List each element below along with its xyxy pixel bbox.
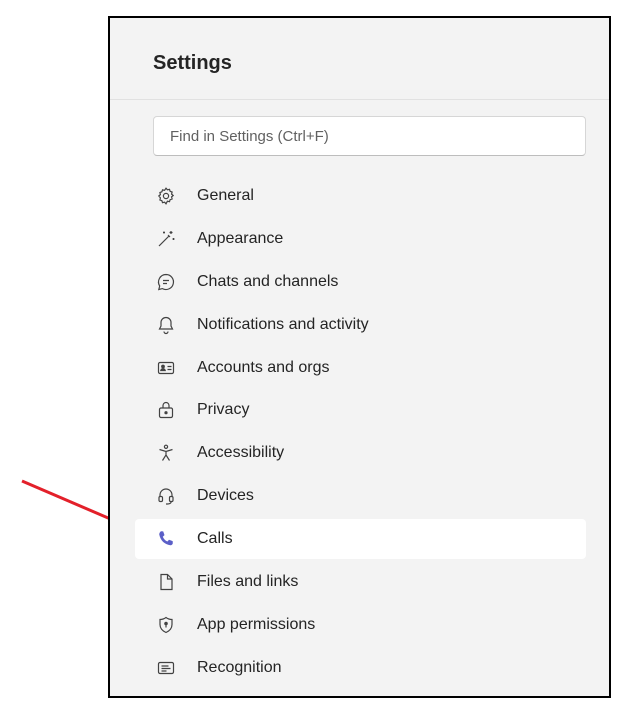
page-title: Settings [153,52,232,74]
gear-icon [155,185,177,207]
menu-item-general[interactable]: General [135,176,586,216]
search-input[interactable] [170,117,569,155]
menu-item-app-permissions[interactable]: App permissions [135,605,586,645]
contact-card-icon [155,357,177,379]
menu-item-label: Chats and channels [197,272,339,290]
menu-item-label: Files and links [197,573,299,591]
menu-item-chats[interactable]: Chats and channels [135,262,586,302]
shield-icon [155,614,177,636]
chat-icon [155,271,177,293]
menu-item-label: Calls [197,530,233,548]
menu-item-appearance[interactable]: Appearance [135,219,586,259]
menu-item-recognition[interactable]: Recognition [135,648,586,688]
menu-item-files[interactable]: Files and links [135,562,586,602]
menu-item-devices[interactable]: Devices [135,476,586,516]
lock-icon [155,399,177,421]
menu-item-label: Appearance [197,229,284,247]
menu-item-accounts[interactable]: Accounts and orgs [135,348,586,388]
menu-item-label: App permissions [197,615,316,633]
menu-item-label: Privacy [197,401,250,419]
magic-wand-icon [155,228,177,250]
menu-item-privacy[interactable]: Privacy [135,390,586,430]
menu-item-label: Accounts and orgs [197,358,330,376]
recognition-icon [155,657,177,679]
menu-item-label: Recognition [197,658,282,676]
bell-icon [155,314,177,336]
settings-panel: Settings General Appearance [108,16,611,698]
document-icon [155,571,177,593]
menu-item-calls[interactable]: Calls [135,519,586,560]
headset-icon [155,485,177,507]
menu-item-notifications[interactable]: Notifications and activity [135,305,586,345]
menu-item-label: Devices [197,487,254,505]
search-field[interactable] [153,116,586,156]
menu-item-label: Notifications and activity [197,315,369,333]
settings-menu: General Appearance Chats and channels No… [135,176,586,691]
accessibility-icon [155,442,177,464]
menu-item-label: General [197,187,254,204]
menu-item-label: Accessibility [197,444,285,462]
menu-item-accessibility[interactable]: Accessibility [135,433,586,473]
phone-icon [155,528,177,550]
